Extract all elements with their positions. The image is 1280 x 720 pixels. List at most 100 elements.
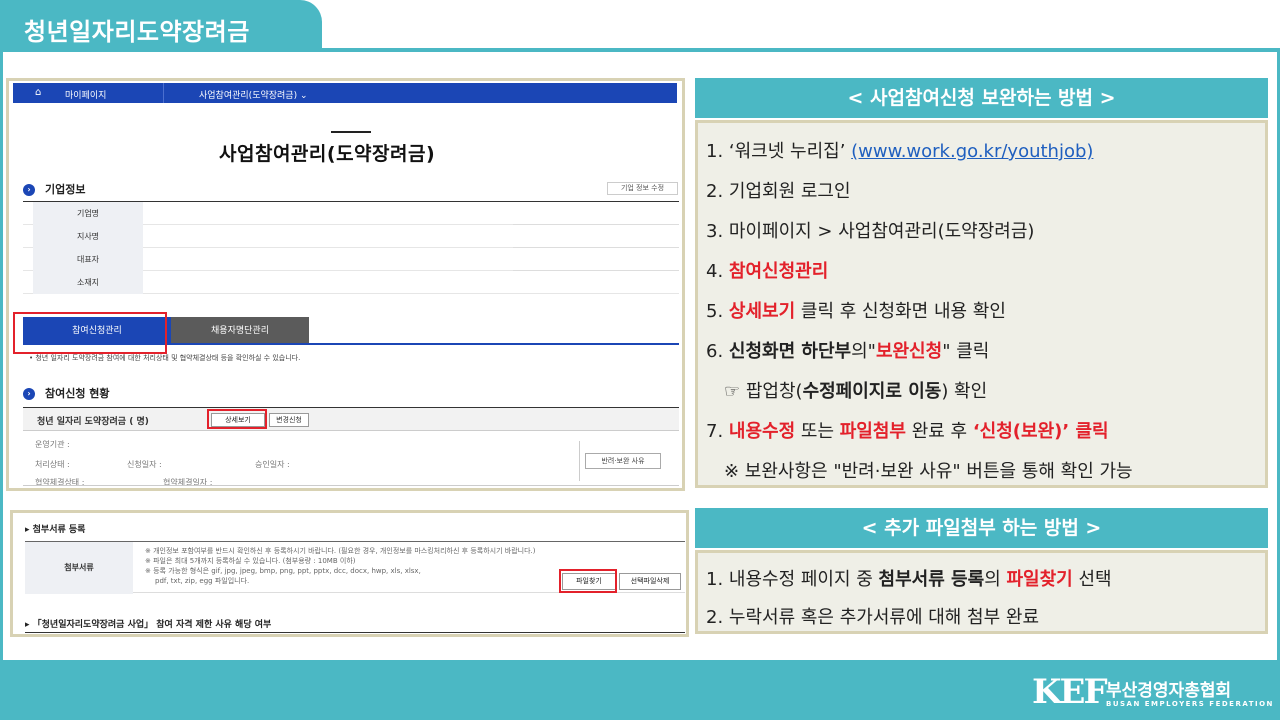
step-bold: 첨부서류 등록 <box>878 569 985 590</box>
step-note: ※ 보완사항은 "반려·보완 사유" 버튼을 통해 확인 가능 <box>724 461 1133 482</box>
org-subtitle: BUSAN EMPLOYERS FEDERATION <box>1106 700 1274 708</box>
screenshot-page-heading: 사업참여관리(도약장려금) <box>219 143 436 165</box>
table-row: 대표자 <box>23 248 679 271</box>
step-bold: 수정페이지로 이동 <box>802 381 942 402</box>
table-label: 기업명 <box>33 202 143 225</box>
step-number: 6. <box>706 341 729 362</box>
screenshot-participation-management: ⌂ 마이페이지 사업참여관리(도약장려금) ⌄ 사업참여관리(도약장려금) › 기… <box>6 78 685 491</box>
step-text: 클릭 후 신청화면 내용 확인 <box>795 301 1006 322</box>
change-request-button[interactable]: 변경신청 <box>269 413 309 427</box>
step-6: 6. 신청화면 하단부의"보완신청" 클릭 <box>706 337 989 363</box>
attachment-note: ※ 등록 가능한 형식은 gif, jpg, jpeg, bmp, png, p… <box>145 567 421 575</box>
nav-current-menu[interactable]: 사업참여관리(도약장려금) ⌄ <box>199 88 308 101</box>
nav-separator <box>163 83 164 103</box>
step-text: ) 확인 <box>941 381 988 402</box>
attach-step-2: 2. 누락서류 혹은 추가서류에 대해 첨부 완료 <box>706 607 1040 628</box>
attach-step-1: 1. 내용수정 페이지 중 첨부서류 등록의 파일찾기 선택 <box>706 565 1112 591</box>
org-name: 부산경영자총협회 <box>1106 681 1232 701</box>
step-3: 3. 마이페이지 > 사업참여관리(도약장려금) <box>706 221 1035 242</box>
step-number: 4. <box>706 261 729 282</box>
edit-company-info-button[interactable]: 기업 정보 수정 <box>607 182 678 195</box>
step-highlight: 내용수정 <box>728 421 796 442</box>
step-highlight: 참여신청관리 <box>728 261 829 282</box>
company-info-table: 기업명 지사명 대표자 소재지 <box>23 202 679 294</box>
step-number: 5. <box>706 301 729 322</box>
step-text: 의" <box>851 341 876 362</box>
field-divider <box>579 441 580 481</box>
step-text: " 클릭 <box>942 341 990 362</box>
delete-selected-file-button[interactable]: 선택파일삭제 <box>619 573 681 590</box>
field-agency: 운영기관 : <box>35 440 70 449</box>
participation-status-heading: › 참여신청 현황 <box>23 385 110 401</box>
table-row: 지사명 <box>23 225 679 248</box>
step-text: 선택 <box>1072 569 1112 590</box>
top-navbar: ⌂ 마이페이지 사업참여관리(도약장려금) ⌄ <box>13 83 677 103</box>
tab-note: • 청년 일자리 도약장려금 참여에 대한 처리상태 및 협약체결상태 등을 확… <box>29 354 301 362</box>
attach-method-header: < 추가 파일첨부 하는 방법 > <box>695 508 1268 548</box>
screenshot-attachment-registration: ▸ 첨부서류 등록 첨부서류 ※ 개인정보 포함여부를 반드시 확인하신 후 등… <box>10 510 689 637</box>
chevron-right-icon: › <box>23 388 35 400</box>
attachment-note: ※ 개인정보 포함여부를 반드시 확인하신 후 등록하시기 바랍니다. (필요한… <box>145 547 536 555</box>
company-info-title: 기업정보 <box>45 183 86 196</box>
supplement-method-header: < 사업참여신청 보완하는 방법 > <box>695 78 1268 118</box>
step-highlight: 보완신청 <box>875 341 943 362</box>
participation-bar-title: 청년 일자리 도약장려금 ( 명) <box>37 417 149 427</box>
attachment-table: 첨부서류 ※ 개인정보 포함여부를 반드시 확인하신 후 등록하시기 바랍니다.… <box>25 541 685 594</box>
header-band: 청년일자리도약장려금 <box>0 0 1280 50</box>
step-6-popup: ☞ 팝업창(수정페이지로 이동) 확인 <box>724 377 987 403</box>
field-contract-date: 협약체결일자 : <box>163 478 213 487</box>
step-7: 7. 내용수정 또는 파일첨부 완료 후 ‘신청(보완)’ 클릭 <box>706 417 1109 443</box>
step-highlight: 파일첨부 <box>839 421 906 442</box>
step-number: 7. <box>706 421 729 442</box>
field-status: 처리상태 : <box>35 460 70 469</box>
page-title: 청년일자리도약장려금 <box>0 0 322 50</box>
participation-bottom-line <box>23 485 679 486</box>
field-contract-status: 협약체결상태 : <box>35 478 85 487</box>
attachment-label: 첨부서류 <box>25 542 133 594</box>
step-4: 4. 참여신청관리 <box>706 257 828 283</box>
attachment-note: ※ 파일은 최대 5개까지 등록하실 수 있습니다. (첨부용량 : 10MB … <box>145 557 356 565</box>
step-5: 5. 상세보기 클릭 후 신청화면 내용 확인 <box>706 297 1006 323</box>
attachment-note: pdf, txt, zip, egg 파일입니다. <box>155 577 250 585</box>
step-text: 의 <box>984 569 1007 590</box>
highlight-box <box>13 312 167 354</box>
attach-method-steps: 1. 내용수정 페이지 중 첨부서류 등록의 파일찾기 선택 2. 누락서류 혹… <box>695 550 1268 634</box>
step-highlight: 상세보기 <box>728 301 796 322</box>
step-text: 1. ‘워크넷 누리집’ <box>706 141 852 162</box>
table-row: 소재지 <box>23 271 679 294</box>
field-apply-date: 신청일자 : <box>127 460 162 469</box>
reject-reason-button[interactable]: 반려·보완 사유 <box>585 453 661 469</box>
highlight-box <box>207 409 267 429</box>
step-text: 또는 <box>795 421 840 442</box>
tab-hire-list-management[interactable]: 채용자명단관리 <box>171 317 309 345</box>
home-icon[interactable]: ⌂ <box>35 87 41 98</box>
field-approve-date: 승인일자 : <box>255 460 290 469</box>
step-text: 1. 내용수정 페이지 중 <box>706 569 879 590</box>
table-row: 기업명 <box>23 202 679 225</box>
attachment-section-title: ▸ 첨부서류 등록 <box>25 525 86 535</box>
table-label: 지사명 <box>33 225 143 248</box>
eligibility-divider <box>25 632 685 633</box>
step-highlight: 파일찾기 <box>1006 569 1073 590</box>
table-label: 대표자 <box>33 248 143 271</box>
heading-accent-bar <box>331 131 371 133</box>
supplement-method-steps: 1. ‘워크넷 누리집’ (www.work.go.kr/youthjob) 2… <box>695 120 1268 488</box>
participation-bar: 청년 일자리 도약장려금 ( 명) 상세보기 변경신청 <box>23 407 679 431</box>
step-text: ☞ 팝업창( <box>724 381 803 402</box>
step-bold: 신청화면 하단부 <box>728 341 852 362</box>
participation-status-title: 참여신청 현황 <box>45 387 110 400</box>
frame-left-border <box>0 52 3 662</box>
company-info-heading: › 기업정보 <box>23 181 85 197</box>
table-label: 소재지 <box>33 271 143 294</box>
step-2: 2. 기업회원 로그인 <box>706 181 851 202</box>
kef-logo: KEF <box>1032 672 1108 712</box>
header-divider <box>0 48 1280 52</box>
chevron-right-icon: › <box>23 184 35 196</box>
nav-mypage[interactable]: 마이페이지 <box>65 88 106 101</box>
eligibility-section-title: ▸ 「청년일자리도약장려금 사업」 참여 자격 제한 사유 해당 여부 <box>25 620 272 630</box>
step-text: 완료 후 <box>905 421 973 442</box>
worknet-link[interactable]: (www.work.go.kr/youthjob) <box>851 141 1093 162</box>
step-highlight: ‘신청(보완)’ 클릭 <box>972 421 1109 442</box>
highlight-box <box>559 569 617 593</box>
step-1: 1. ‘워크넷 누리집’ (www.work.go.kr/youthjob) <box>706 137 1093 163</box>
